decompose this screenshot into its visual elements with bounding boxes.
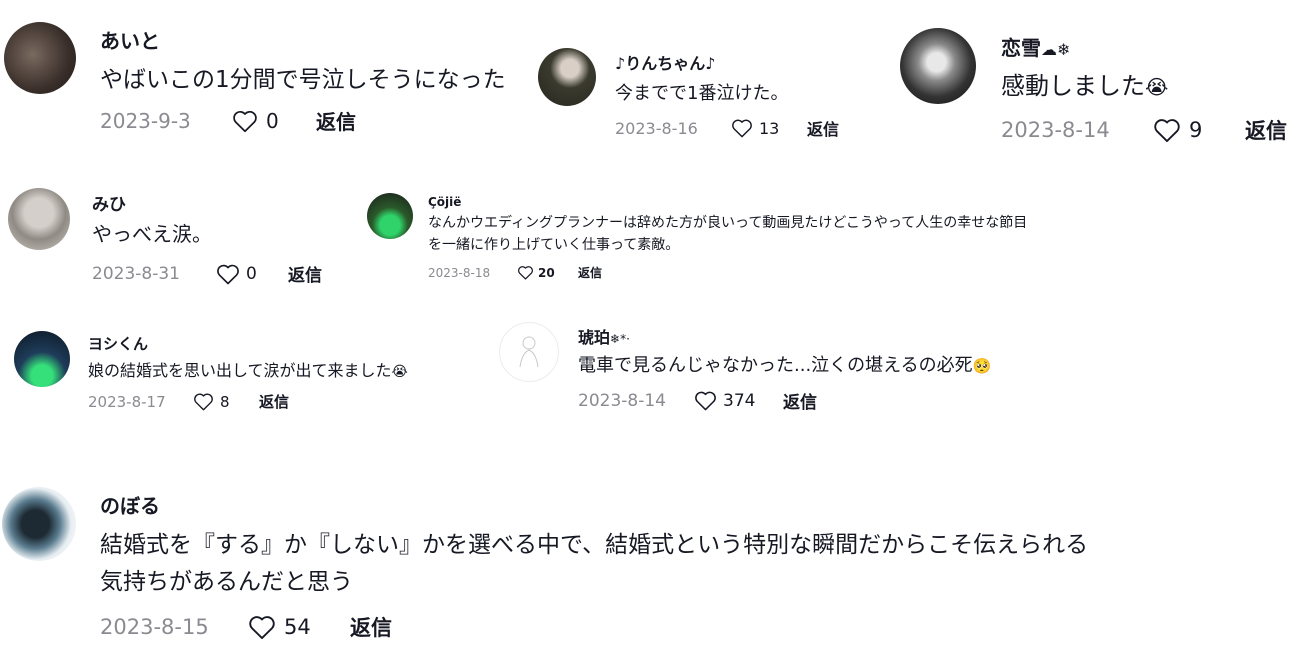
like-count: 13	[759, 118, 780, 138]
comment-text: 娘の結婚式を思い出して涙が出て来ました	[88, 361, 392, 380]
reply-button[interactable]: 返信	[807, 116, 839, 140]
comment-text-line2: 気持ちがあるんだと思う	[100, 569, 353, 595]
crying-emoji: 😭	[1145, 75, 1169, 99]
heart-outline-icon	[732, 119, 752, 138]
like-button[interactable]: 13	[731, 118, 807, 138]
avatar[interactable]	[2, 487, 76, 561]
comment-text-wrap: 感動しました😭	[1001, 66, 1287, 101]
like-count: 8	[220, 392, 230, 411]
comment-text-wrap: 電車で見るんじゃなかった...泣くの堪えるの必死🥺	[578, 351, 991, 377]
comment-author[interactable]: ♪りんちゃん♪	[615, 50, 839, 74]
author-emoji: ☁❄	[1041, 40, 1071, 59]
like-button[interactable]: 0	[232, 109, 316, 133]
comment-text: やっべえ涙。	[92, 222, 212, 246]
like-button[interactable]: 9	[1153, 117, 1245, 143]
like-button[interactable]: 0	[216, 263, 288, 285]
like-count: 374	[723, 390, 756, 411]
comment-author[interactable]: 恋雪	[1001, 36, 1041, 60]
comment-date: 2023-8-16	[615, 118, 698, 138]
comment-author[interactable]: 琥珀	[578, 328, 610, 347]
like-count: 9	[1189, 118, 1203, 142]
comment-text-line2: を一緒に作り上げていく仕事って素敵。	[428, 237, 680, 253]
avatar[interactable]	[367, 193, 413, 239]
heart-outline-icon	[217, 264, 239, 284]
reply-button[interactable]: 返信	[316, 106, 356, 135]
avatar[interactable]	[8, 188, 70, 250]
avatar[interactable]	[14, 331, 70, 387]
like-count: 0	[266, 108, 279, 133]
heart-outline-icon	[233, 110, 257, 132]
heart-outline-icon	[194, 393, 213, 411]
like-button[interactable]: 374	[694, 390, 783, 411]
crying-emoji: 😭	[391, 364, 408, 380]
comment-author[interactable]: のぼる	[100, 490, 1088, 519]
comment-text-line1: 結婚式を『する』か『しない』かを選べる中で、結婚式という特別な瞬間だからこそ伝え…	[100, 532, 1089, 558]
comment-date: 2023-8-18	[428, 265, 491, 280]
pleading-emoji: 🥺	[972, 357, 992, 375]
comment-author-wrap[interactable]: 恋雪☁❄	[1001, 32, 1287, 61]
comment-text-line1: なんかウエディングプランナーは辞めた方が良いって動画見たけどこうやって人生の幸せ…	[428, 215, 1028, 231]
comment-author[interactable]: あいと	[100, 25, 506, 54]
comment-date: 2023-8-17	[88, 392, 166, 411]
reply-button[interactable]: 返信	[288, 261, 322, 286]
comment-text-wrap: 娘の結婚式を思い出して涙が出て来ました😭	[88, 357, 408, 381]
comment-date: 2023-8-14	[578, 390, 666, 411]
comment-author[interactable]: Çöjië	[428, 195, 1027, 209]
like-count: 20	[538, 265, 555, 280]
heart-outline-icon	[1154, 119, 1180, 143]
heart-outline-icon	[695, 391, 716, 411]
reply-button[interactable]: 返信	[1245, 115, 1287, 145]
reply-button[interactable]: 返信	[259, 391, 289, 412]
comment-author-wrap[interactable]: 琥珀❄*·	[578, 324, 991, 348]
sketch-figure-icon	[519, 336, 539, 368]
comment-date: 2023-9-3	[100, 108, 191, 133]
like-button[interactable]: 20	[517, 265, 578, 280]
like-count: 0	[246, 263, 257, 284]
comment-date: 2023-8-14	[1001, 118, 1110, 142]
comment-author[interactable]: ヨシくん	[88, 333, 408, 354]
comment-text: やばいこの1分間で号泣しそうになった	[100, 67, 506, 93]
reply-button[interactable]: 返信	[578, 264, 602, 281]
like-count: 54	[284, 615, 311, 639]
heart-outline-icon	[249, 616, 275, 640]
comment-date: 2023-8-31	[92, 263, 180, 284]
comment-text: 感動しました	[1001, 72, 1145, 100]
heart-outline-icon	[518, 266, 533, 280]
like-button[interactable]: 54	[248, 614, 350, 640]
reply-button[interactable]: 返信	[350, 612, 392, 642]
reply-button[interactable]: 返信	[783, 388, 817, 413]
comment-text: 今までで1番泣けた。	[615, 83, 789, 104]
comment-date: 2023-8-15	[100, 615, 209, 639]
comment-author[interactable]: みひ	[92, 190, 322, 215]
author-emoji: ❄*·	[610, 332, 630, 346]
comment-text: 電車で見るんじゃなかった...泣くの堪えるの必死	[578, 355, 973, 376]
like-button[interactable]: 8	[193, 392, 259, 411]
avatar[interactable]	[538, 48, 596, 106]
avatar[interactable]	[499, 322, 559, 382]
avatar[interactable]	[4, 22, 76, 94]
avatar[interactable]	[900, 28, 976, 104]
